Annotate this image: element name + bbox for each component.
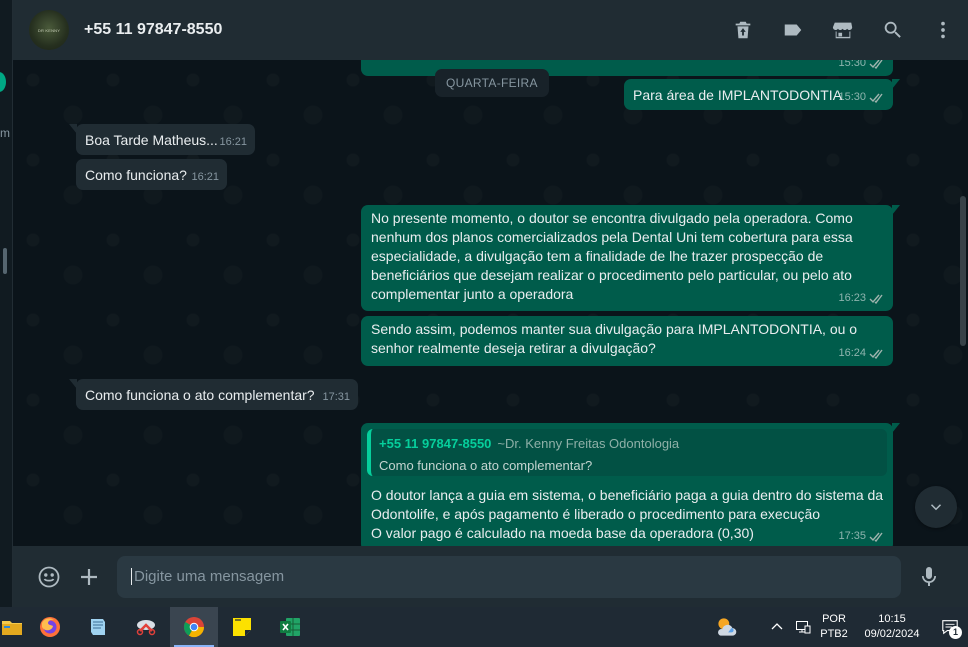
message-time: 17:31 [322,391,350,403]
notification-center-button[interactable]: 1 [932,607,968,647]
message-text: Boa Tarde Matheus... [85,132,218,148]
chat-list-edge: m [0,0,13,607]
message-bubble-outgoing[interactable]: +55 11 97847-8550 ~Dr. Kenny Freitas Odon… [361,423,900,546]
message-bubble-incoming[interactable]: Como funciona? 16:21 [76,159,227,190]
taskbar: POR PTB2 10:15 09/02/2024 1 [0,607,968,647]
weather-icon [718,618,737,636]
show-hidden-icons-button[interactable] [764,607,790,647]
chevron-up-icon [771,623,783,630]
message-text: O doutor lança a guia em sistema, o bene… [371,487,884,541]
snipping-tool-icon [136,620,156,636]
quoted-message[interactable]: +55 11 97847-8550 ~Dr. Kenny Freitas Odon… [367,429,887,476]
message-input-wrapper [117,555,901,598]
message-text: Sendo assim, podemos manter sua divulgaç… [371,321,858,356]
read-ticks-icon [869,60,883,69]
network-icon [796,621,811,634]
message-text: Para área de IMPLANTODONTIA [633,87,843,103]
message-time: 16:21 [191,171,219,183]
chat-header: DR KENNY +55 11 97847-8550 [13,0,968,60]
taskbar-notepad[interactable] [74,607,122,647]
message-input[interactable] [131,568,901,585]
taskbar-file-explorer[interactable] [0,607,26,647]
message-time: 17:35 [838,527,885,546]
taskbar-sticky-notes[interactable] [218,607,266,647]
message-time: 15:30 [838,88,885,107]
read-ticks-icon [869,294,883,304]
taskbar-chrome[interactable] [170,607,218,647]
emoji-icon [38,566,60,587]
firefox-icon [40,617,60,637]
message-time: 16:24 [838,344,885,363]
keyboard-layout: PTB2 [820,628,848,640]
input-language-indicator[interactable]: POR PTB2 [816,612,852,642]
delete-icon [735,21,751,39]
chat-list-text-fragment: m [0,126,10,140]
header-actions [718,0,968,60]
message-time: 15:30 [838,60,885,73]
delete-button[interactable] [718,10,768,50]
read-ticks-icon [869,349,883,359]
chevron-down-icon [930,504,942,511]
scroll-to-bottom-button[interactable] [915,486,957,528]
taskbar-clock[interactable]: 10:15 09/02/2024 [852,612,932,642]
chat-list-scrollbar[interactable] [3,248,7,274]
system-tray: POR PTB2 10:15 09/02/2024 1 [706,607,968,647]
file-explorer-icon [2,621,22,635]
message-time: 16:23 [838,289,885,308]
quoted-text: Como funciona o ato complementar? [379,458,593,473]
clock-date: 09/02/2024 [864,628,920,640]
weather-widget[interactable] [706,607,746,647]
message-bubble-outgoing[interactable]: Para área de IMPLANTODONTIA 15:30 [624,79,900,110]
notepad-icon [91,619,105,635]
search-button[interactable] [868,10,918,50]
chat-scrollbar[interactable] [960,196,966,346]
message-bubble-outgoing[interactable]: No presente momento, o doutor se encontr… [361,205,900,311]
taskbar-firefox[interactable] [26,607,74,647]
voice-message-button[interactable] [909,557,949,597]
attach-button[interactable] [69,557,109,597]
taskbar-excel[interactable] [266,607,314,647]
contact-avatar[interactable]: DR KENNY [29,10,69,50]
sticky-notes-icon [233,618,251,636]
chat-messages[interactable]: 15:30 QUARTA-FEIRA Para área de IMPLANTO… [13,60,968,546]
store-icon [832,22,853,39]
microphone-icon [922,566,936,586]
network-button[interactable] [790,607,816,647]
message-composer [13,546,968,607]
message-bubble-incoming[interactable]: Boa Tarde Matheus... 16:21 [69,124,255,155]
excel-icon [280,618,300,636]
message-text: Como funciona? [85,167,187,183]
read-ticks-icon [869,93,883,103]
message-bubble-incoming[interactable]: Como funciona o ato complementar? 17:31 [69,379,358,410]
unread-indicator [0,72,6,92]
quoted-sender-alias: ~Dr. Kenny Freitas Odontologia [497,436,680,451]
read-ticks-icon [869,532,883,542]
label-button[interactable] [768,10,818,50]
day-separator: QUARTA-FEIRA [435,69,549,97]
message-text: Como funciona o ato complementar? [85,387,315,403]
search-icon [884,21,901,38]
emoji-button[interactable] [29,557,69,597]
quoted-sender-number: +55 11 97847-8550 [379,436,492,451]
store-button[interactable] [818,10,868,50]
menu-button[interactable] [918,10,968,50]
plus-icon [81,568,97,585]
menu-icon [941,21,945,39]
message-time: 16:21 [219,136,247,148]
message-text: No presente momento, o doutor se encontr… [371,210,853,302]
message-bubble-outgoing[interactable]: Sendo assim, podemos manter sua divulgaç… [361,316,893,366]
contact-name[interactable]: +55 11 97847-8550 [84,21,222,39]
notification-count-badge: 1 [949,626,962,639]
label-icon [784,24,802,36]
clock-time: 10:15 [878,613,906,625]
language-code: POR [822,613,846,625]
taskbar-snipping-tool[interactable] [122,607,170,647]
chrome-icon [183,617,205,638]
